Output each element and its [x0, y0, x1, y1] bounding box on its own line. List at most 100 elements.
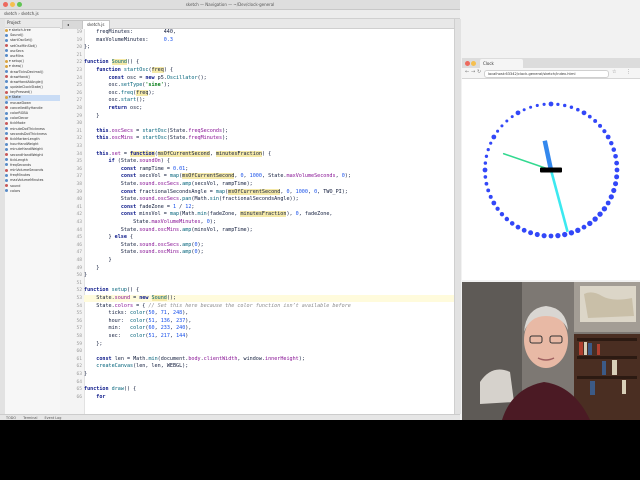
bookmark-star-icon[interactable]: ☆	[612, 69, 616, 75]
clock-tick-dot	[504, 216, 510, 222]
code-line[interactable]: 22 function Sound() {	[76, 59, 454, 66]
line-number: 55	[76, 311, 82, 317]
code-line[interactable]: 51	[76, 280, 454, 287]
code-text: for	[96, 393, 106, 400]
code-text: State.sound.oscSecs.amp(0);	[84, 241, 204, 248]
line-number: 31	[76, 128, 82, 134]
code-line[interactable]: 45 } else {	[76, 234, 454, 241]
code-line[interactable]: 39 const fractionalSecondsAngle = map(ms…	[76, 188, 454, 196]
code-line[interactable]: 43 State.maxVolumeMinutes, 0);	[76, 219, 454, 226]
nav-breadcrumb[interactable]: sketch › sketch.js	[4, 11, 39, 16]
browser-minimize-icon[interactable]	[471, 61, 476, 66]
code-line[interactable]: 37 const secsVol = map(msOfCurrentSecond…	[76, 173, 454, 180]
code-line[interactable]: 53 State.sound = new Sound();	[76, 295, 454, 302]
code-line[interactable]: 23 function startOsc(freq) {	[76, 67, 454, 74]
back-icon[interactable]: ←	[465, 69, 469, 75]
code-line[interactable]: 26 osc.freq(freq);	[76, 89, 454, 97]
forward-icon[interactable]: →	[471, 69, 475, 75]
code-line[interactable]: 42 const minsVol = map(Math.min(fadeZone…	[76, 211, 454, 218]
minimize-window-icon[interactable]	[10, 2, 15, 7]
close-window-icon[interactable]	[3, 2, 8, 7]
code-text: }	[84, 257, 112, 263]
line-number: 41	[76, 204, 82, 210]
member-icon	[5, 184, 8, 188]
code-line[interactable]: 56 hour: color(51, 136, 237),	[76, 318, 454, 325]
code-line[interactable]: 32 this.oscMins = startOsc(State.freqMin…	[76, 135, 454, 142]
clock-tick-dot	[602, 129, 607, 134]
project-panel: Project ▾ sketch-tree Sound() startOscSe…	[5, 19, 61, 414]
tree-item[interactable]: colors	[5, 189, 60, 194]
folder-icon	[5, 64, 8, 68]
code-line[interactable]: 49 }	[76, 265, 454, 272]
code-text: sec: color(51, 217, 144)	[84, 333, 189, 339]
line-number: 30	[76, 121, 82, 127]
code-text-area[interactable]: 19 freqMinutes: 440, 19 maxVolumeMinutes:…	[76, 29, 454, 414]
clock-tick-dot	[605, 200, 611, 206]
code-line[interactable]: 36 const rampTime = 0.01;	[76, 166, 454, 173]
tab-sketch-js[interactable]: sketch.js	[82, 20, 110, 29]
code-line[interactable]: 47 State.sound.oscMins.amp(0);	[76, 249, 454, 256]
line-number: 56	[76, 318, 82, 324]
code-line[interactable]: 33	[76, 143, 454, 150]
browser-tab-clock[interactable]: Clock	[480, 59, 523, 68]
code-line[interactable]: 38 State.sound.oscSecs.amp(secsVol, ramp…	[76, 181, 454, 188]
member-icon	[5, 121, 8, 125]
clock-tick-dot	[601, 206, 608, 212]
code-text: function setup() {	[84, 287, 140, 294]
member-icon	[5, 173, 8, 177]
code-line[interactable]: 29 }	[76, 113, 454, 120]
code-line[interactable]: 31 this.oscSecs = startOsc(State.freqSec…	[76, 127, 454, 135]
code-line[interactable]: 50}	[76, 272, 454, 279]
code-line[interactable]: 20};	[76, 44, 454, 51]
code-line[interactable]: 58 sec: color(51, 217, 144)	[76, 333, 454, 340]
code-line[interactable]: 57 min: color(60, 233, 240),	[76, 325, 454, 332]
clock-tick-dot	[505, 119, 509, 123]
code-line[interactable]: 35 if (State.soundOn) {	[76, 158, 454, 165]
browser-close-icon[interactable]	[465, 61, 470, 66]
clock-tick-dot	[483, 175, 488, 179]
code-text: State.sound.oscMins.amp(minsVol, rampTim…	[84, 226, 253, 233]
zoom-window-icon[interactable]	[17, 2, 22, 7]
project-panel-header[interactable]: Project	[5, 19, 60, 28]
code-line[interactable]: 48 }	[76, 257, 454, 264]
code-line[interactable]: 27 osc.start();	[76, 97, 454, 104]
line-number: 26	[76, 90, 82, 96]
code-line[interactable]: 21	[76, 52, 454, 59]
code-line[interactable]: 62 createCanvas(len, len, WEBGL);	[76, 363, 454, 370]
folder-icon	[5, 59, 8, 63]
code-line[interactable]: 66 for	[76, 393, 454, 401]
member-icon	[5, 147, 8, 151]
folder-icon	[5, 28, 8, 32]
code-text: this.set = function(msOfCurrentSecond, m…	[96, 150, 272, 157]
code-line[interactable]: 60	[76, 348, 454, 355]
code-line[interactable]: 46 State.sound.oscSecs.amp(0);	[76, 241, 454, 249]
code-line[interactable]: 54 State.colors = { // Set this here bec…	[76, 303, 454, 310]
code-line[interactable]: 25 osc.setType('sine');	[76, 82, 454, 89]
code-line[interactable]: 44 State.sound.oscMins.amp(minsVol, ramp…	[76, 226, 454, 234]
code-line[interactable]: 34 this.set = function(msOfCurrentSecond…	[76, 150, 454, 158]
address-bar[interactable]: localhost:63342/clock-general/sketch/ind…	[484, 70, 609, 78]
letterbox-bottom	[0, 420, 640, 480]
code-line[interactable]: 52 function setup() {	[76, 287, 454, 294]
reload-icon[interactable]: ↻	[477, 69, 481, 75]
menu-icon[interactable]: ⋮	[626, 69, 631, 75]
code-line[interactable]: 19 maxVolumeMinutes: 0.3	[76, 37, 454, 44]
code-line[interactable]: 40 State.sound.oscSecs.pan(Math.sin(frac…	[76, 196, 454, 203]
code-line[interactable]: 64	[76, 379, 454, 386]
code-line[interactable]: 30	[76, 120, 454, 127]
code-line[interactable]: 28 return osc;	[76, 105, 454, 112]
tool-window-strip-right[interactable]	[454, 19, 461, 414]
code-text: State.sound.oscSecs.pan(Math.sin(fractio…	[84, 196, 299, 203]
code-text: this.oscSecs = startOsc(State.freqSecond…	[96, 127, 229, 134]
code-line[interactable]: 19 freqMinutes: 440,	[76, 29, 454, 36]
clock-tick-dot	[496, 129, 500, 133]
code-line[interactable]: 55 ticks: color(50, 71, 248),	[76, 310, 454, 317]
code-line[interactable]: 41 const fadeZone = 1 / 12;	[76, 204, 454, 211]
clock-tick-dot	[548, 101, 554, 107]
code-line[interactable]: 24 const osc = new p5.Oscillator();	[76, 75, 454, 82]
code-line[interactable]: 59 };	[76, 341, 454, 348]
code-line[interactable]: 61 const len = Math.min(document.body.cl…	[76, 356, 454, 363]
code-line[interactable]: 63}	[76, 371, 454, 378]
member-icon	[5, 80, 8, 84]
code-line[interactable]: 65 function draw() {	[76, 386, 454, 393]
